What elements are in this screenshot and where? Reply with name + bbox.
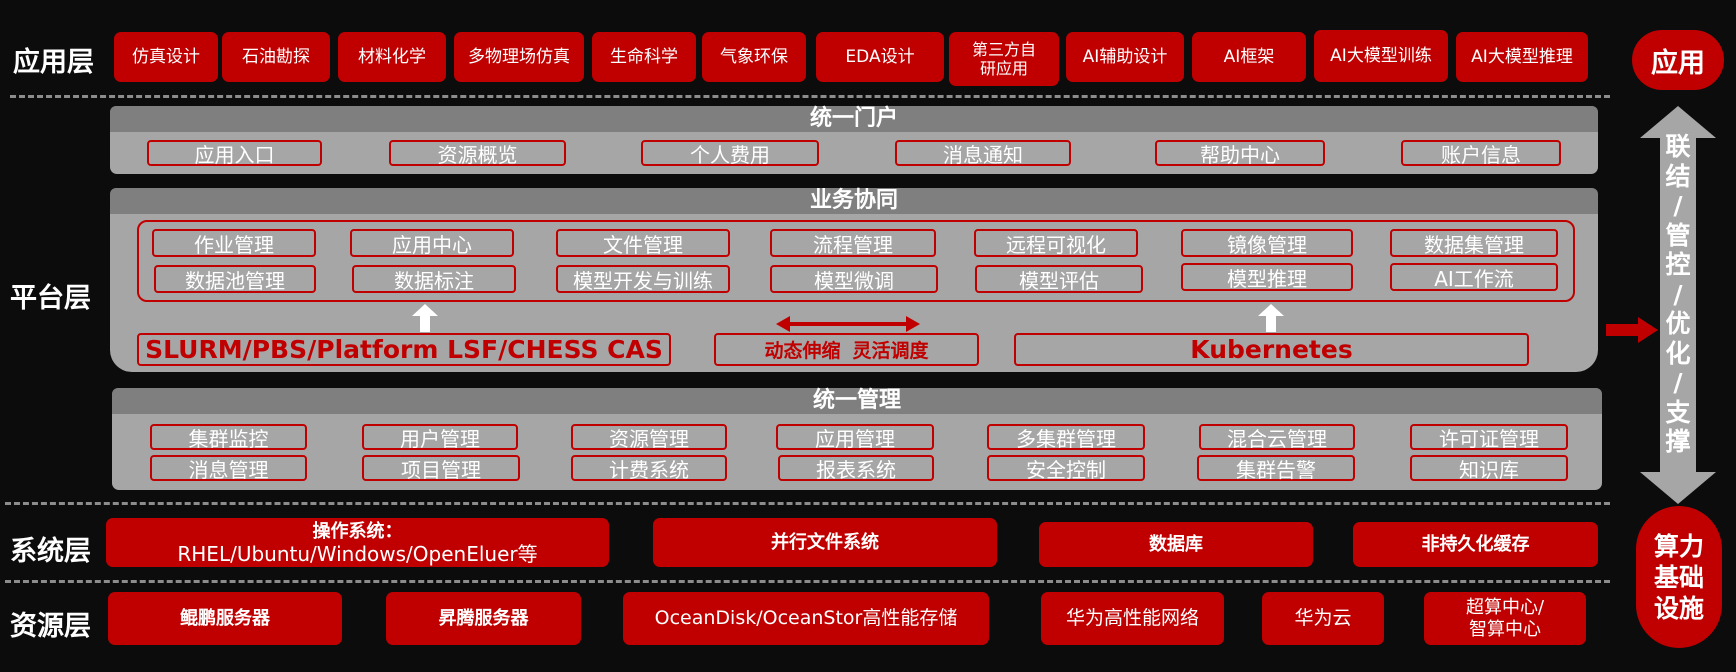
side-char: 优: [1665, 309, 1691, 338]
elastic-scheduling-box[interactable]: 动态伸缩 灵活调度: [714, 333, 979, 366]
layer-label-app: 应用层: [13, 47, 94, 78]
portal-item-help-center[interactable]: 帮助中心: [1155, 140, 1325, 167]
mgmt-item-cluster-alert[interactable]: 集群告警: [1197, 455, 1355, 482]
side-infra-line: 设施: [1653, 593, 1704, 623]
mgmt-item-license[interactable]: 许可证管理: [1410, 424, 1568, 451]
layer-label-resource: 资源层: [10, 611, 91, 642]
app-item-life-science[interactable]: 生命科学: [592, 32, 696, 82]
mgmt-item-billing[interactable]: 计费系统: [571, 455, 727, 482]
mgmt-item-app-management[interactable]: 应用管理: [776, 424, 934, 451]
app-item-ai-model-inference[interactable]: AI大模型推理: [1456, 32, 1588, 82]
computing-center-line2: 智算中心: [1469, 618, 1541, 640]
app-item-simulation[interactable]: 仿真设计: [114, 32, 218, 82]
app-item-third-party-line1: 第三方自: [971, 40, 1036, 59]
mgmt-item-user-management[interactable]: 用户管理: [362, 424, 518, 451]
system-item-database[interactable]: 数据库: [1039, 522, 1313, 567]
system-item-cache[interactable]: 非持久化缓存: [1353, 522, 1598, 567]
business-title: 业务协同: [110, 188, 1598, 214]
portal-item-personal-fees[interactable]: 个人费用: [641, 140, 819, 167]
side-char: 撑: [1665, 427, 1691, 456]
mgmt-item-project[interactable]: 项目管理: [362, 455, 520, 482]
app-item-oil-exploration[interactable]: 石油勘探: [222, 32, 330, 82]
business-item-workflow-management[interactable]: 流程管理: [770, 229, 936, 257]
business-item-job-management[interactable]: 作业管理: [152, 229, 316, 257]
separator-platform-system: [5, 502, 1610, 505]
side-char: /: [1673, 191, 1683, 220]
management-title: 统一管理: [112, 388, 1602, 414]
mgmt-item-hybrid-cloud[interactable]: 混合云管理: [1199, 424, 1355, 451]
os-detail: RHEL/Ubuntu/Windows/OpenEluer等: [177, 541, 538, 566]
elastic-scaling-label: 动态伸缩: [764, 340, 841, 362]
portal-tile: 统一门户: [110, 106, 1598, 174]
layer-label-system: 系统层: [10, 536, 91, 567]
side-char: 管: [1665, 220, 1691, 250]
mgmt-item-message[interactable]: 消息管理: [150, 455, 307, 482]
resource-item-network[interactable]: 华为高性能网络: [1041, 592, 1224, 645]
business-item-model-inference[interactable]: 模型推理: [1181, 263, 1353, 291]
app-item-ai-model-training[interactable]: AI大模型训练: [1314, 30, 1448, 82]
business-item-image-management[interactable]: 镜像管理: [1181, 229, 1353, 257]
scheduler-box[interactable]: SLURM/PBS/Platform LSF/CHESS CAS: [137, 333, 671, 366]
separator-app-platform: [10, 95, 1610, 98]
resource-item-ascend[interactable]: 昇腾服务器: [386, 592, 581, 645]
kubernetes-box[interactable]: Kubernetes: [1014, 333, 1529, 366]
side-infra-line: 基础: [1653, 562, 1704, 592]
business-item-model-finetune[interactable]: 模型微调: [770, 265, 938, 293]
side-arrow-text: 联 结 / 管 控 / 优 化 / 支 撑: [1640, 132, 1716, 457]
business-item-model-evaluation[interactable]: 模型评估: [975, 265, 1143, 293]
business-item-model-dev-training[interactable]: 模型开发与训练: [556, 265, 730, 293]
portal-item-notifications[interactable]: 消息通知: [895, 140, 1071, 167]
business-item-datapool-management[interactable]: 数据池管理: [154, 265, 316, 293]
right-arrow-icon: [1606, 317, 1658, 343]
app-item-third-party-line2: 研应用: [979, 59, 1028, 78]
resource-item-kunpeng[interactable]: 鲲鹏服务器: [108, 592, 342, 645]
app-item-ai-framework[interactable]: AI框架: [1192, 32, 1306, 82]
side-char: 支: [1665, 397, 1691, 427]
app-item-ai-assisted-design[interactable]: AI辅助设计: [1066, 32, 1184, 82]
app-item-eda-design[interactable]: EDA设计: [816, 32, 944, 82]
side-char: 结: [1665, 161, 1691, 191]
side-infra-line: 算力: [1653, 531, 1704, 561]
portal-title: 统一门户: [110, 106, 1598, 132]
os-title: 操作系统：: [312, 520, 403, 542]
business-item-data-labeling[interactable]: 数据标注: [352, 265, 516, 293]
mgmt-item-cluster-monitor[interactable]: 集群监控: [150, 424, 307, 451]
app-item-third-party[interactable]: 第三方自 研应用: [949, 32, 1059, 86]
app-item-multiphysics[interactable]: 多物理场仿真: [454, 32, 584, 82]
separator-system-resource: [5, 580, 1610, 583]
app-item-meteorology[interactable]: 气象环保: [702, 32, 806, 82]
resource-item-storage[interactable]: OceanDisk/OceanStor高性能存储: [623, 592, 989, 645]
side-char: 化: [1665, 338, 1691, 368]
system-item-parallel-fs[interactable]: 并行文件系统: [653, 518, 997, 567]
business-item-remote-visualization[interactable]: 远程可视化: [974, 229, 1138, 257]
business-item-dataset-management[interactable]: 数据集管理: [1390, 229, 1558, 257]
double-arrow-icon: [776, 316, 920, 332]
mgmt-item-resource-management[interactable]: 资源管理: [571, 424, 727, 451]
side-infra-oval: 算力 基础 设施: [1636, 506, 1722, 648]
app-item-materials-chemistry[interactable]: 材料化学: [338, 32, 446, 82]
mgmt-item-security[interactable]: 安全控制: [987, 455, 1145, 482]
side-char: 控: [1665, 250, 1691, 279]
business-item-file-management[interactable]: 文件管理: [556, 229, 730, 257]
portal-item-account-info[interactable]: 账户信息: [1401, 140, 1561, 167]
side-char: /: [1673, 368, 1683, 397]
business-item-ai-workflow[interactable]: AI工作流: [1390, 263, 1558, 291]
mgmt-item-knowledge-base[interactable]: 知识库: [1410, 455, 1568, 482]
computing-center-line1: 超算中心/: [1465, 596, 1545, 618]
side-char: /: [1673, 279, 1683, 309]
mgmt-item-multi-cluster[interactable]: 多集群管理: [987, 424, 1145, 451]
flexible-scheduling-label: 灵活调度: [852, 340, 929, 362]
up-arrow-icon: [412, 304, 438, 332]
portal-item-resource-overview[interactable]: 资源概览: [389, 140, 566, 167]
business-item-app-center[interactable]: 应用中心: [350, 229, 514, 257]
side-app-oval: 应用: [1632, 30, 1724, 90]
resource-item-computing-center[interactable]: 超算中心/ 智算中心: [1424, 592, 1586, 645]
layer-label-platform: 平台层: [10, 283, 91, 314]
up-arrow-icon: [1258, 304, 1284, 332]
system-item-os[interactable]: 操作系统： RHEL/Ubuntu/Windows/OpenEluer等: [106, 518, 609, 567]
portal-item-app-entry[interactable]: 应用入口: [147, 140, 322, 167]
side-char: 联: [1665, 132, 1691, 161]
mgmt-item-reports[interactable]: 报表系统: [778, 455, 934, 482]
resource-item-huawei-cloud[interactable]: 华为云: [1262, 592, 1384, 645]
